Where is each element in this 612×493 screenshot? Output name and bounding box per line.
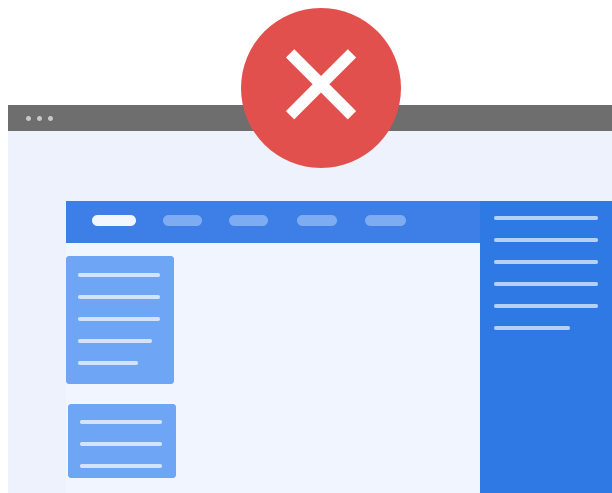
placeholder-text-line bbox=[494, 238, 598, 242]
sidebar-card bbox=[68, 404, 176, 478]
placeholder-text-line bbox=[78, 295, 160, 299]
placeholder-text-line bbox=[80, 420, 162, 424]
placeholder-text-line bbox=[494, 260, 598, 264]
nav-item[interactable] bbox=[365, 215, 406, 226]
window-dot-icon[interactable] bbox=[26, 115, 31, 121]
window-dot-icon[interactable] bbox=[48, 115, 53, 121]
close-icon: ✕ bbox=[270, 18, 372, 157]
placeholder-text-line bbox=[78, 339, 152, 343]
placeholder-text-line bbox=[494, 304, 598, 308]
placeholder-text-line bbox=[78, 361, 138, 365]
nav-bar bbox=[66, 201, 480, 243]
nav-item-active[interactable] bbox=[92, 215, 136, 226]
sidebar-card bbox=[66, 256, 174, 384]
web-page-wireframe bbox=[66, 201, 612, 493]
window-dot-icon[interactable] bbox=[37, 115, 42, 121]
placeholder-text-line bbox=[494, 216, 598, 220]
error-badge: ✕ bbox=[241, 8, 401, 168]
placeholder-text-line bbox=[494, 282, 598, 286]
nav-item[interactable] bbox=[163, 215, 202, 226]
nav-item[interactable] bbox=[297, 215, 337, 226]
placeholder-text-line bbox=[494, 326, 570, 330]
content-area bbox=[8, 131, 612, 493]
right-sidebar-panel bbox=[480, 201, 612, 493]
placeholder-text-line bbox=[80, 464, 162, 468]
nav-item[interactable] bbox=[229, 215, 268, 226]
placeholder-text-line bbox=[78, 317, 160, 321]
placeholder-text-line bbox=[80, 442, 162, 446]
placeholder-text-line bbox=[78, 273, 160, 277]
